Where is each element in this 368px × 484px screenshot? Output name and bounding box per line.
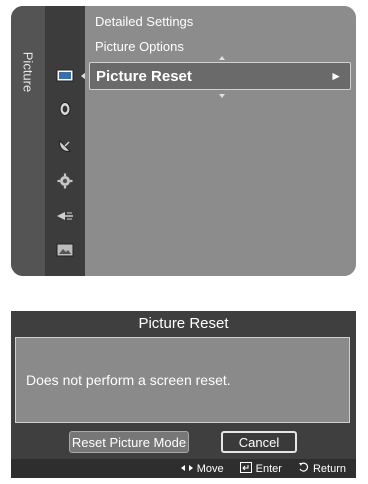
dialog-message: Does not perform a screen reset.	[26, 372, 231, 388]
reset-picture-mode-button[interactable]: Reset Picture Mode	[69, 431, 189, 453]
menu-content-area: Detailed Settings Picture Options Pictur…	[85, 6, 356, 276]
dialog-title: Picture Reset	[138, 315, 229, 332]
help-enter: Enter	[239, 461, 282, 476]
help-move-label: Move	[196, 462, 224, 475]
submenu-arrow-icon: ►	[330, 69, 342, 83]
scroll-down-icon	[219, 94, 225, 98]
application-icon[interactable]	[45, 236, 85, 264]
cancel-button[interactable]: Cancel	[221, 431, 297, 453]
help-enter-label: Enter	[255, 462, 282, 475]
help-bar: Move Enter Return	[11, 459, 356, 478]
picture-reset-dialog: Picture Reset Does not perform a screen …	[11, 311, 356, 478]
menu-category-label: Picture	[20, 51, 36, 93]
input-icon[interactable]	[45, 202, 85, 230]
move-icon	[180, 463, 193, 475]
enter-icon	[239, 461, 252, 476]
menu-icon-column	[45, 6, 86, 276]
picture-menu-panel: Picture Detailed Settings Picture Option…	[11, 6, 356, 276]
menu-item-picture-options[interactable]: Picture Options	[95, 39, 184, 54]
sound-icon[interactable]	[45, 95, 85, 123]
help-move: Move	[180, 462, 224, 475]
selected-item-label: Picture Reset	[96, 67, 192, 85]
menu-category-tab: Picture	[11, 6, 45, 276]
menu-item-detailed-settings[interactable]: Detailed Settings	[95, 14, 193, 29]
help-return-label: Return	[312, 462, 346, 475]
return-icon	[298, 462, 309, 476]
menu-item-picture-reset[interactable]: Picture Reset ►	[89, 62, 351, 90]
picture-icon[interactable]	[45, 62, 86, 90]
satellite-icon[interactable]	[45, 132, 85, 160]
help-return: Return	[298, 462, 346, 476]
setup-icon[interactable]	[45, 167, 85, 195]
dialog-message-box: Does not perform a screen reset.	[15, 337, 350, 423]
scroll-up-icon	[219, 56, 225, 60]
